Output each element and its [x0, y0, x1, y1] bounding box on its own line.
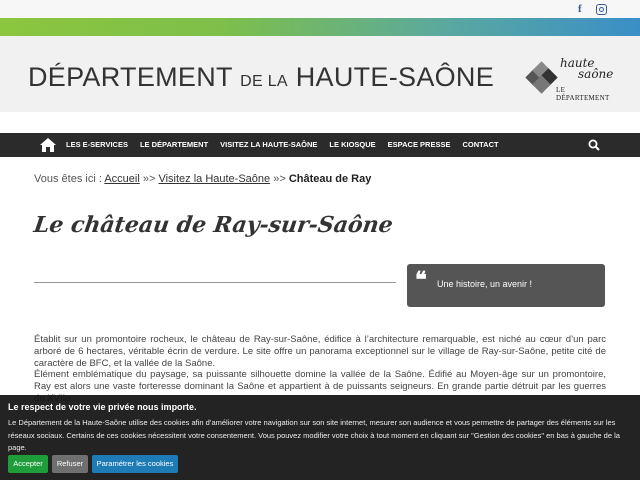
search-icon[interactable] [588, 139, 600, 151]
logo-text-saone: saône [578, 67, 614, 81]
refuse-cookies-button[interactable]: Refuser [52, 455, 88, 473]
cookie-banner: Le respect de votre vie privée nous impo… [0, 395, 640, 480]
breadcrumb-separator: »> [139, 173, 159, 185]
nav-item-e-services[interactable]: LES E-SERVICES [60, 133, 134, 157]
breadcrumb-separator: »> [270, 173, 289, 185]
title-part-departement: DÉPARTEMENT [28, 62, 233, 92]
quote-text: Une histoire, un avenir ! [437, 279, 533, 289]
article-paragraph: Établit sur un promontoire rocheux, le c… [34, 334, 606, 369]
nav-item-contact[interactable]: CONTACT [456, 133, 504, 157]
haute-saone-logo[interactable]: haute saône LE DÉPARTEMENT [525, 56, 614, 102]
nav-item-visitez[interactable]: VISITEZ LA HAUTE-SAÔNE [214, 133, 323, 157]
cookie-title: Le respect de votre vie privée nous impo… [8, 402, 197, 412]
quote-icon: ❝ [415, 267, 427, 293]
divider [34, 282, 396, 283]
quote-box: ❝ Une histoire, un avenir ! [407, 264, 605, 307]
breadcrumb-prefix: Vous êtes ici : [34, 173, 105, 185]
facebook-icon[interactable]: f [578, 3, 582, 15]
nav-items: LES E-SERVICES LE DÉPARTEMENT VISITEZ LA… [60, 133, 505, 157]
nav-item-kiosque[interactable]: LE KIOSQUE [323, 133, 381, 157]
breadcrumb: Vous êtes ici : Accueil »> Visitez la Ha… [34, 173, 371, 185]
page-title: Le château de Ray-sur-Saône [32, 212, 395, 238]
logo-text-departement: LE DÉPARTEMENT [556, 86, 610, 102]
home-icon[interactable] [40, 138, 56, 152]
title-part-haute-saone: HAUTE-SAÔNE [295, 62, 495, 92]
breadcrumb-current: Château de Ray [288, 173, 372, 185]
nav-item-espace-presse[interactable]: ESPACE PRESSE [382, 133, 457, 157]
title-part-de-la: DE LA [240, 73, 288, 90]
logo-mark-icon [525, 61, 558, 94]
instagram-icon[interactable] [596, 4, 607, 15]
top-social-bar: f [0, 0, 640, 18]
breadcrumb-section-link[interactable]: Visitez la Haute-Saône [158, 173, 270, 185]
color-stripe [0, 18, 640, 36]
cookie-text: Le Département de la Haute-Saône utilise… [8, 418, 620, 452]
accept-cookies-button[interactable]: Accepter [8, 455, 48, 473]
breadcrumb-home-link[interactable]: Accueil [104, 173, 139, 185]
cookie-settings-button[interactable]: Paramétrer les cookies [92, 455, 178, 473]
main-nav: LES E-SERVICES LE DÉPARTEMENT VISITEZ LA… [0, 133, 640, 157]
nav-item-departement[interactable]: LE DÉPARTEMENT [134, 133, 214, 157]
site-title[interactable]: DÉPARTEMENT DE LA HAUTE-SAÔNE [28, 62, 494, 93]
